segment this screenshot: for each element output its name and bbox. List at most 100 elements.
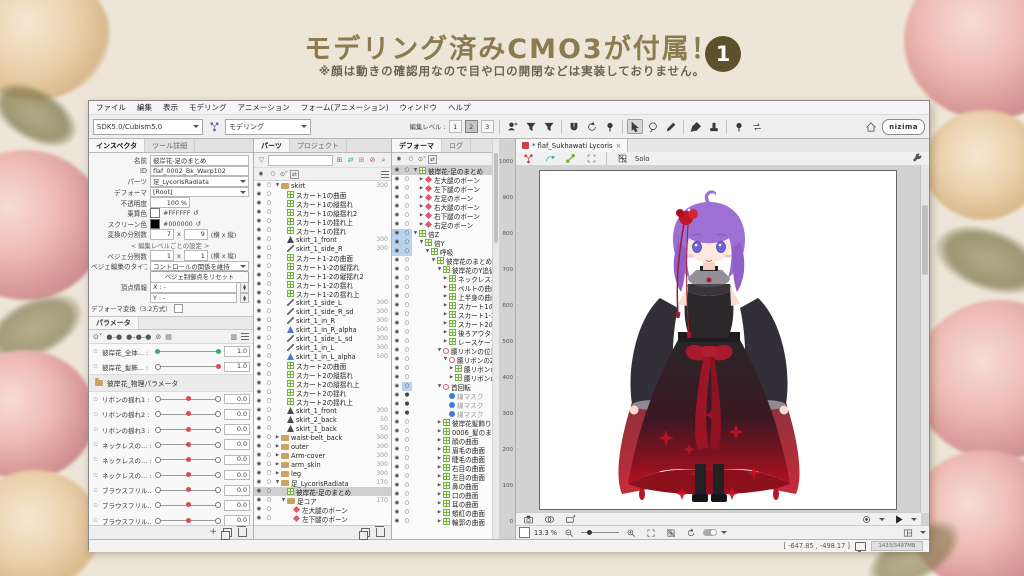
opacity-field[interactable]: 100 % [150,197,190,208]
expand-arrow-icon[interactable]: ▶ [436,420,443,425]
visibility-eye-icon[interactable]: ◉ [392,373,402,382]
visibility-eye-icon[interactable]: ◉ [254,253,264,262]
lock-icon[interactable]: ○ [264,460,274,469]
lock-icon[interactable]: ○ [264,343,274,352]
visibility-eye-icon[interactable]: ◉ [254,262,264,271]
expand-arrow-icon[interactable]: ▶ [436,510,443,515]
visibility-eye-icon[interactable]: ◉ [254,343,264,352]
lock-icon[interactable]: ○ [402,490,412,499]
menu-item[interactable]: モデリング [189,102,227,113]
visibility-eye-icon[interactable]: ◉ [392,166,402,175]
lock-icon[interactable]: ● [402,409,412,418]
lock-icon[interactable]: ○ [264,235,274,244]
canvas-vertical-scrollbar[interactable] [920,165,929,513]
lock-icon[interactable]: ○ [264,307,274,316]
visibility-eye-icon[interactable]: ◉ [392,445,402,454]
visibility-eye-icon[interactable]: ◉ [392,490,402,499]
visibility-eye-icon[interactable]: ◉ [392,400,402,409]
lock-icon[interactable]: ○ [402,472,412,481]
menu-item[interactable]: ファイル [96,102,126,113]
lock-icon[interactable]: ○ [402,301,412,310]
visibility-eye-icon[interactable]: ◉ [254,379,264,388]
close-icon[interactable]: × [616,142,622,150]
visibility-eye-icon[interactable]: ◉ [254,217,264,226]
tree-row[interactable]: ◉ ○ ▶ waist-belt_back 300 [254,433,391,442]
visibility-eye-icon[interactable]: ◉ [392,274,402,283]
lock-icon[interactable]: ○ [264,190,274,199]
tab-parameters[interactable]: パラメータ [89,317,139,329]
lock-icon[interactable]: ○ [402,319,412,328]
lock-icon[interactable]: ○ [264,514,274,523]
home-icon[interactable] [863,119,879,134]
lock-icon[interactable]: ○ [402,274,412,283]
key-indicator-icon[interactable]: ⊙ [92,411,99,418]
tree-row[interactable]: ◉ ○ skirt_1_in_R 300 [254,316,391,325]
visibility-eye-icon[interactable]: ◉ [392,382,402,391]
model-setting-icon[interactable] [505,119,521,134]
edit-level-2[interactable]: 2 [465,120,478,133]
funnel-main-icon[interactable] [541,119,557,134]
visibility-eye-icon[interactable]: ◉ [254,325,264,334]
visibility-eye-icon[interactable]: ◉ [392,454,402,463]
key-indicator-icon[interactable]: ⊙ [92,396,99,403]
edit-level-1[interactable]: 1 [449,120,462,133]
lock-icon[interactable]: ○ [402,436,412,445]
spinner-control[interactable]: ▲▼ [240,282,249,293]
lock-icon[interactable]: ○ [264,181,274,190]
zoom-percent[interactable]: 13.3 % [534,529,557,537]
swap-teal-icon[interactable]: ⇄ [346,156,355,165]
deformer-scrollbar[interactable] [492,139,499,539]
visibility-eye-icon[interactable]: ◉ [392,220,402,229]
delete-parameter-icon[interactable] [238,528,247,537]
lock-icon[interactable]: ○ [264,298,274,307]
lock-icon[interactable]: ○ [264,388,274,397]
lock-icon[interactable]: ○ [402,373,412,382]
expand-arrow-icon[interactable]: ▶ [442,339,449,344]
visibility-eye-icon[interactable]: ◉ [254,289,264,298]
background-color-swatch[interactable] [519,527,530,538]
lock-icon[interactable]: ● [402,391,412,400]
bone-pair-icon[interactable] [562,151,578,166]
lock-icon[interactable]: ○ [264,199,274,208]
lock-icon[interactable]: ○ [264,370,274,379]
key-indicator-icon[interactable]: ⊙ [92,441,99,448]
visibility-eye-icon[interactable]: ◉ [392,418,402,427]
grid-blue-icon[interactable]: ⊞ [335,156,344,165]
tree-row[interactable]: ◉ ○ skirt_2_back 50 [254,415,391,424]
expand-arrow-icon[interactable]: ▶ [274,435,281,440]
mode-select[interactable]: モデリング [225,119,311,135]
parameter-slider[interactable] [155,440,221,449]
block-red-icon[interactable]: ⊘ [368,156,377,165]
lock-icon[interactable]: ○ [264,433,274,442]
expand-arrow-icon[interactable]: ▼ [412,168,419,173]
visibility-eye-icon[interactable]: ◉ [392,247,402,256]
visibility-eye-icon[interactable]: ◉ [254,505,264,514]
expand-arrow-icon[interactable]: ▶ [274,462,281,467]
visibility-eye-icon[interactable]: ◉ [392,328,402,337]
lock-icon[interactable]: ● [402,400,412,409]
lock-icon[interactable]: ○ [264,325,274,334]
quality-toggle[interactable] [703,529,717,536]
visibility-eye-icon[interactable]: ◉ [392,292,402,301]
lock-icon[interactable]: ○ [402,328,412,337]
key-column-icon[interactable]: ⊙˅ [418,156,426,163]
lock-icon[interactable]: ○ [264,289,274,298]
expand-arrow-icon[interactable]: ▶ [442,312,449,317]
visibility-eye-icon[interactable]: ◉ [392,481,402,490]
lock-icon[interactable]: ○ [264,271,274,280]
visibility-eye-icon[interactable]: ◉ [254,334,264,343]
tree-row[interactable]: ◉ ○ skirt_1_front 300 [254,235,391,244]
screen-color-swatch[interactable] [150,219,160,229]
three-key-icon[interactable]: ●–●–● [126,333,151,341]
lock-icon[interactable]: ○ [264,280,274,289]
two-key-icon[interactable]: ●–● [106,333,122,341]
visibility-eye-icon[interactable]: ◉ [254,352,264,361]
expand-arrow-icon[interactable]: ▶ [418,204,425,209]
visibility-eye-icon[interactable]: ◉ [254,244,264,253]
visibility-eye-icon[interactable]: ◉ [254,190,264,199]
lock-icon[interactable]: ○ [402,382,412,391]
key-indicator-icon[interactable]: ⊙ [92,502,99,509]
tab-log[interactable]: ログ [442,139,471,152]
lock-icon[interactable]: ○ [402,310,412,319]
tab-inspector[interactable]: インスペクタ [89,139,145,152]
